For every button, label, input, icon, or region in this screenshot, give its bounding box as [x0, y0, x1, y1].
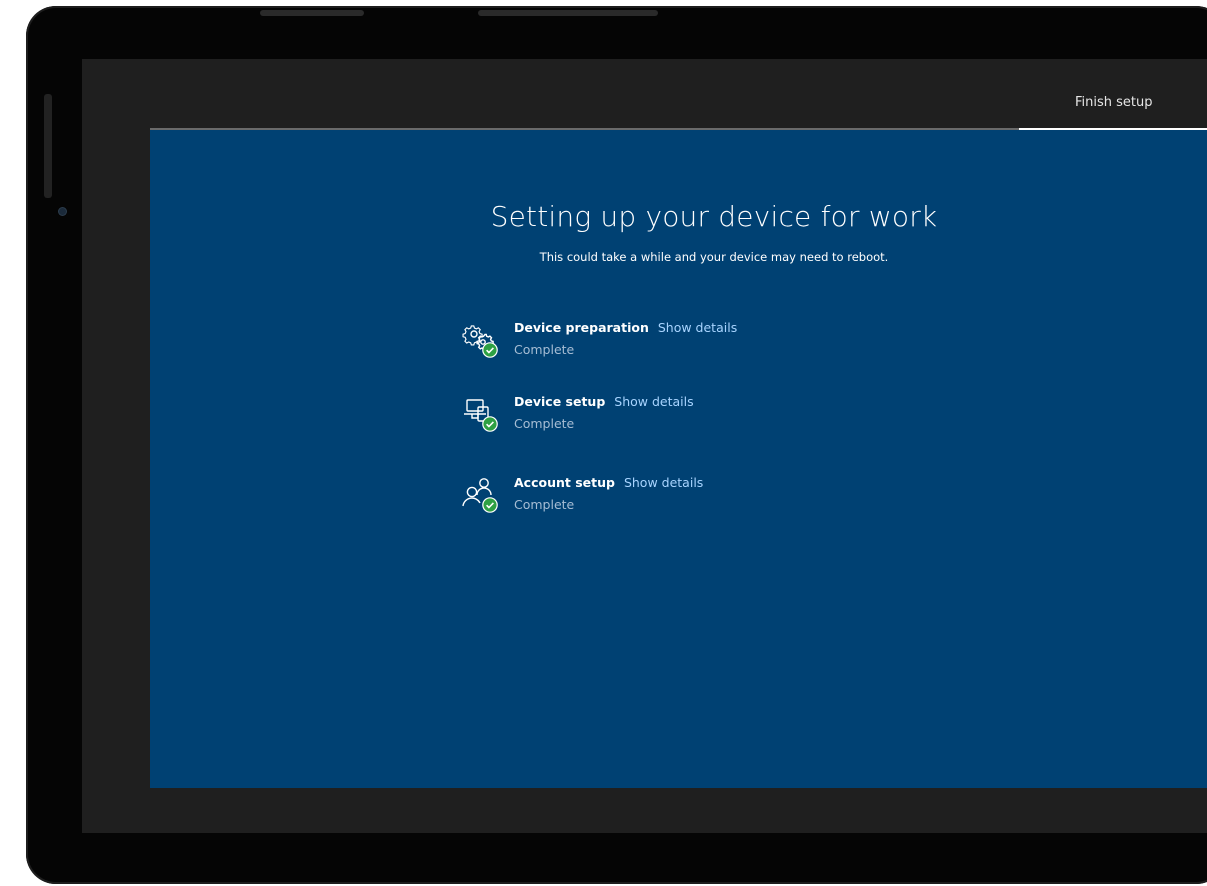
item-status: Complete: [514, 342, 575, 357]
show-details-link[interactable]: Show details: [624, 475, 703, 490]
item-status: Complete: [514, 497, 575, 512]
step-finish-setup: Finish setup: [1075, 95, 1153, 110]
item-status: Complete: [514, 416, 575, 431]
page-title: Setting up your device for work: [490, 200, 938, 233]
side-button: [44, 94, 52, 198]
item-label: Device setup: [514, 394, 606, 409]
setup-panel: Setting up your device for work This cou…: [150, 130, 1207, 788]
volume-button: [260, 10, 364, 16]
item-title: Device preparation Show details: [514, 320, 737, 335]
status-item-device-setup: Device setup Show details Complete: [460, 394, 880, 444]
status-item-device-preparation: Device preparation Show details Complete: [460, 320, 880, 370]
show-details-link[interactable]: Show details: [614, 394, 693, 409]
devices-icon: [464, 399, 498, 432]
item-title: Device setup Show details: [514, 394, 694, 409]
status-item-account-setup: Account setup Show details Complete: [460, 475, 880, 525]
screen: Finish setup Setting up your device for …: [82, 59, 1207, 833]
page-subtitle: This could take a while and your device …: [539, 250, 889, 264]
power-button: [478, 10, 658, 16]
camera-icon: [59, 208, 66, 215]
item-label: Account setup: [514, 475, 615, 490]
show-details-link[interactable]: Show details: [658, 320, 737, 335]
gears-icon: [462, 325, 498, 358]
item-title: Account setup Show details: [514, 475, 703, 490]
people-icon: [462, 478, 498, 513]
item-label: Device preparation: [514, 320, 649, 335]
